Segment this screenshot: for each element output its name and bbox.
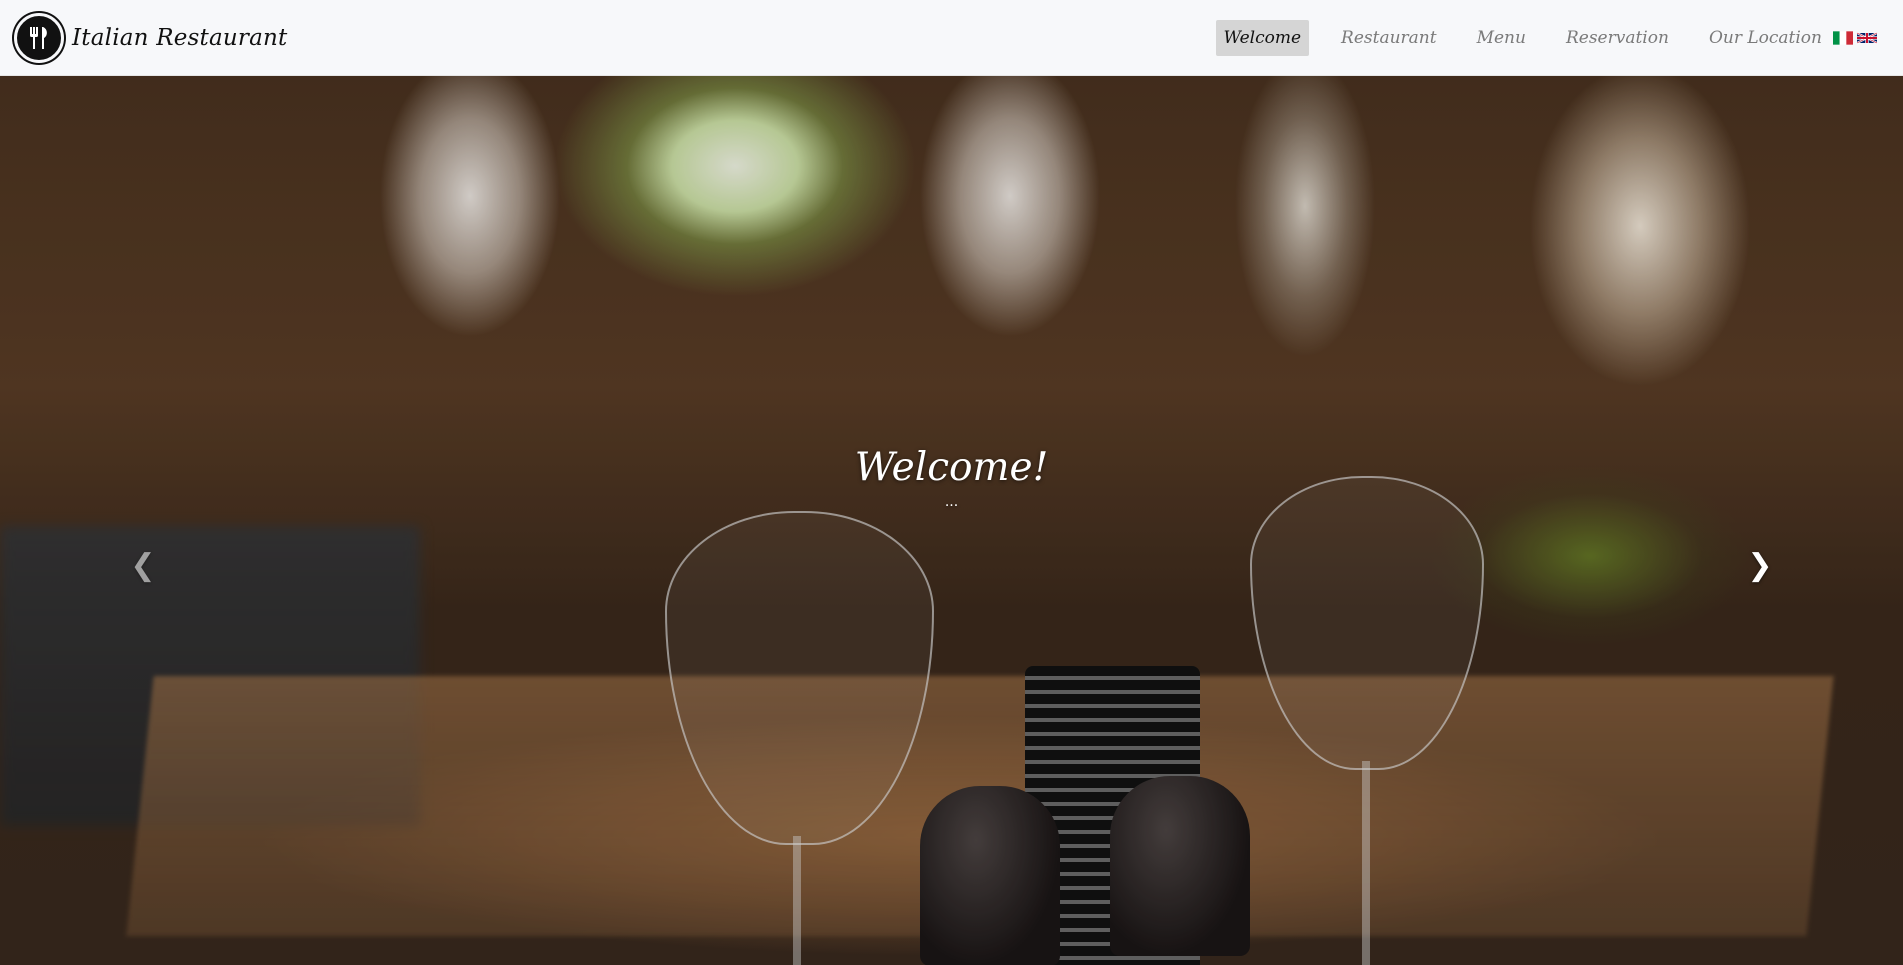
chevron-right-icon[interactable]: ❯ [1740,540,1780,590]
chevron-left-icon[interactable]: ❮ [123,540,163,590]
hero-overlay [0,76,1903,965]
nav-menu[interactable]: Menu [1469,20,1534,56]
nav-our-location[interactable]: Our Location [1701,20,1830,56]
nav-welcome[interactable]: Welcome [1215,20,1310,56]
language-switcher [1833,31,1877,45]
brand[interactable]: Italian Restaurant [14,12,287,64]
top-navbar: Italian Restaurant Welcome Restaurant Me… [0,0,1903,76]
brand-name: Italian Restaurant [72,25,288,51]
nav-restaurant[interactable]: Restaurant [1333,20,1445,56]
hero-carousel [0,76,1903,965]
uk-flag-icon[interactable] [1857,31,1877,45]
nav-reservation[interactable]: Reservation [1558,20,1677,56]
fork-knife-icon [14,13,64,63]
main-nav: Welcome Restaurant Menu Reservation Our … [1215,19,1830,57]
italian-flag-icon[interactable] [1833,31,1853,45]
